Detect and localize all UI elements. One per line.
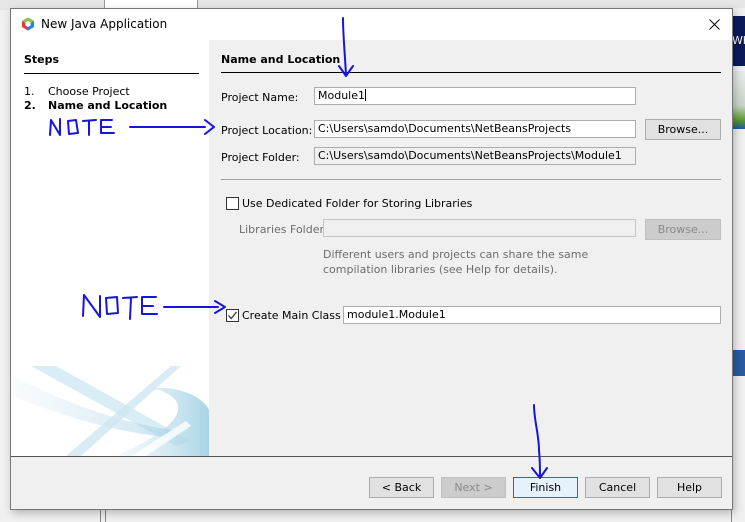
project-name-label: Project Name: xyxy=(221,91,299,104)
name-and-location-panel: Name and Location Project Name: Module1 … xyxy=(209,40,732,456)
create-main-class-checkbox[interactable] xyxy=(226,309,239,322)
project-folder-label: Project Folder: xyxy=(221,151,300,164)
background-window-right: Wh xyxy=(731,8,745,522)
close-icon xyxy=(708,19,720,30)
project-name-input[interactable]: Module1 xyxy=(314,87,636,105)
back-button[interactable]: < Back xyxy=(369,477,434,498)
step-name-and-location: 2. Name and Location xyxy=(24,99,167,112)
separator xyxy=(221,179,721,180)
title-bar[interactable]: New Java Application xyxy=(11,9,732,40)
project-folder-field[interactable]: C:\Users\samdo\Documents\NetBeansProject… xyxy=(314,147,636,165)
help-button[interactable]: Help xyxy=(657,477,722,498)
close-button[interactable] xyxy=(696,9,732,40)
background-blue-bar xyxy=(732,350,745,376)
section-title: Name and Location xyxy=(221,53,341,66)
project-name-value: Module1 xyxy=(318,89,365,102)
finish-button[interactable]: Finish xyxy=(513,477,578,498)
step-label: Choose Project xyxy=(48,85,130,98)
create-main-class-label[interactable]: Create Main Class xyxy=(242,309,341,322)
next-button[interactable]: Next > xyxy=(441,477,506,498)
new-java-application-dialog: New Java Application Steps 1. Choose Proj… xyxy=(10,8,733,510)
libraries-folder-input[interactable] xyxy=(323,219,636,237)
background-banner-text: Wh xyxy=(732,34,745,47)
checkmark-icon xyxy=(228,311,238,320)
section-divider xyxy=(221,72,721,73)
decorative-swoosh-graphic xyxy=(13,366,209,456)
footer-divider xyxy=(11,456,732,457)
dedicated-folder-checkbox[interactable] xyxy=(226,197,239,210)
project-location-input[interactable]: C:\Users\samdo\Documents\NetBeansProject… xyxy=(314,120,636,138)
text-caret xyxy=(365,89,366,101)
main-class-input[interactable]: module1.Module1 xyxy=(343,306,721,324)
steps-title: Steps xyxy=(24,53,60,66)
step-number: 2. xyxy=(24,99,36,112)
dedicated-folder-label[interactable]: Use Dedicated Folder for Storing Librari… xyxy=(242,197,472,210)
cancel-button[interactable]: Cancel xyxy=(585,477,650,498)
step-choose-project: 1. Choose Project xyxy=(24,85,130,98)
step-number: 1. xyxy=(24,85,35,98)
steps-divider xyxy=(24,73,199,74)
window-title: New Java Application xyxy=(41,17,168,31)
background-image xyxy=(732,71,745,129)
background-divider xyxy=(100,508,106,522)
browse-location-button[interactable]: Browse... xyxy=(645,119,721,140)
netbeans-cube-icon xyxy=(22,17,34,31)
background-banner: Wh xyxy=(732,16,745,66)
libraries-folder-label: Libraries Folder: xyxy=(239,223,328,236)
step-label: Name and Location xyxy=(48,99,168,112)
browse-libraries-button[interactable]: Browse... xyxy=(645,219,721,240)
steps-panel: Steps 1. Choose Project 2. Name and Locati… xyxy=(11,40,209,456)
project-location-label: Project Location: xyxy=(221,124,313,137)
libraries-hint-text: Different users and projects can share t… xyxy=(323,248,589,276)
background-tab xyxy=(104,0,198,8)
